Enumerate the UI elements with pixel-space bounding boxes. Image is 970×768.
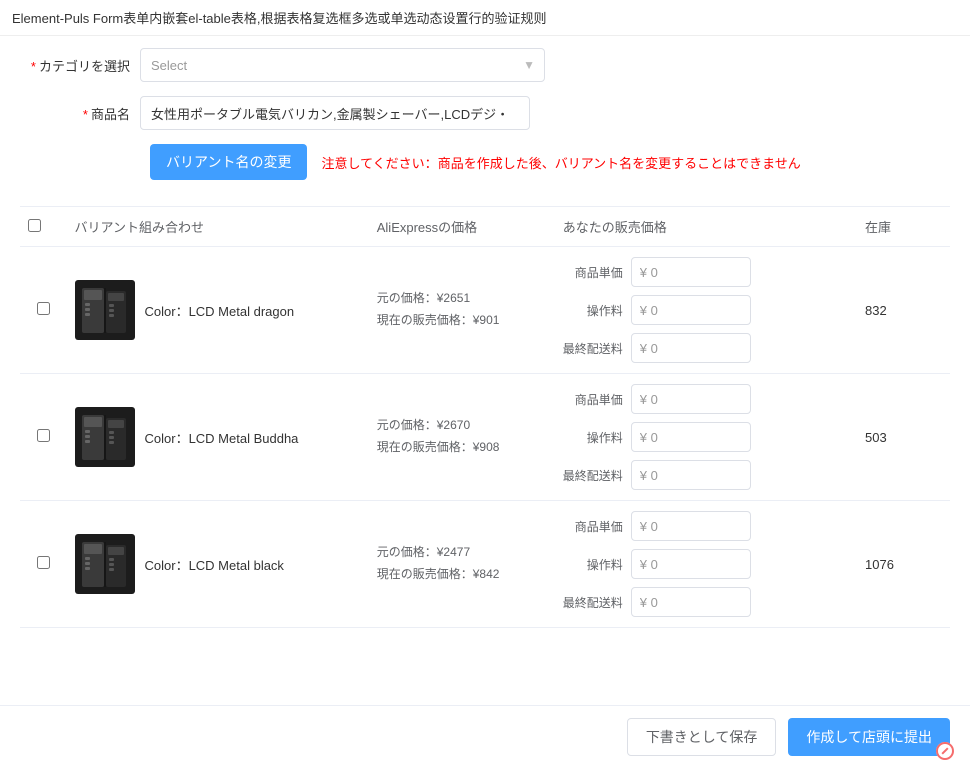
variant-cell: Color：LCD Metal dragon [67,247,369,374]
select-all-checkbox[interactable] [28,219,41,232]
ali-price-cell: 元の価格：¥2477 現在の販売価格：¥842 [369,501,555,628]
variant-name: Color：LCD Metal black [145,555,284,574]
row-checkbox[interactable] [37,429,50,442]
th-variant: バリアント組み合わせ [67,207,369,247]
handling-fee-input[interactable] [631,422,751,452]
submit-button[interactable]: 作成して店頭に提出 [788,718,950,756]
category-label: *カテゴリを選択 [20,56,140,75]
your-price-cell: 商品単価 操作料 最終配送料 [555,374,857,501]
handling-fee-label: 操作料 [563,556,623,573]
shipping-fee-input[interactable] [631,587,751,617]
th-checkbox [20,207,67,247]
table-row: Color：LCD Metal Buddha 元の価格：¥2670 現在の販売価… [20,374,950,501]
no-entry-icon [936,742,954,760]
variant-warning: 注意してください：商品を作成した後、バリアント名を変更することはできません [321,153,800,172]
ali-price-cell: 元の価格：¥2651 現在の販売価格：¥901 [369,247,555,374]
shipping-fee-input[interactable] [631,333,751,363]
handling-fee-input[interactable] [631,295,751,325]
th-your-price: あなたの販売価格 [555,207,857,247]
category-select-wrapper: Select ▼ [140,48,545,82]
shipping-fee-label: 最終配送料 [563,467,623,484]
shipping-fee-label: 最終配送料 [563,340,623,357]
unit-price-input[interactable] [631,511,751,541]
ali-price-text: 元の価格：¥2651 現在の販売価格：¥901 [377,288,547,331]
row-checkbox-cell [20,501,67,628]
stock-value: 832 [865,303,887,318]
change-variant-button[interactable]: バリアント名の変更 [150,144,307,180]
ali-price-text: 元の価格：¥2477 現在の販売価格：¥842 [377,542,547,585]
product-image [75,407,135,467]
product-image [75,280,135,340]
product-name-label: *商品名 [20,104,140,123]
ali-price-text: 元の価格：¥2670 現在の販売価格：¥908 [377,415,547,458]
product-name-input[interactable] [140,96,530,130]
row-checkbox[interactable] [37,556,50,569]
category-select[interactable]: Select [140,48,545,82]
stock-value: 1076 [865,557,894,572]
row-checkbox-cell [20,247,67,374]
stock-cell: 1076 [857,501,950,628]
shipping-fee-input[interactable] [631,460,751,490]
your-price-cell: 商品単価 操作料 最終配送料 [555,247,857,374]
stock-cell: 503 [857,374,950,501]
row-checkbox-cell [20,374,67,501]
product-image [75,534,135,594]
page-title: Element-Puls Form表单内嵌套el-table表格,根据表格复选框… [0,0,970,36]
shipping-fee-label: 最終配送料 [563,594,623,611]
unit-price-label: 商品単価 [563,518,623,535]
table-row: Color：LCD Metal dragon 元の価格：¥2651 現在の販売価… [20,247,950,374]
stock-value: 503 [865,430,887,445]
ali-price-cell: 元の価格：¥2670 現在の販売価格：¥908 [369,374,555,501]
table-row: Color：LCD Metal black 元の価格：¥2477 現在の販売価格… [20,501,950,628]
variant-name: Color：LCD Metal Buddha [145,428,299,447]
row-checkbox[interactable] [37,302,50,315]
unit-price-input[interactable] [631,257,751,287]
unit-price-input[interactable] [631,384,751,414]
handling-fee-input[interactable] [631,549,751,579]
unit-price-label: 商品単価 [563,391,623,408]
variant-cell: Color：LCD Metal Buddha [67,374,369,501]
footer-bar: 下書きとして保存 作成して店頭に提出 [0,705,970,768]
handling-fee-label: 操作料 [563,302,623,319]
variant-name: Color：LCD Metal dragon [145,301,295,320]
th-stock: 在庫 [857,207,950,247]
save-draft-button[interactable]: 下書きとして保存 [627,718,777,756]
stock-cell: 832 [857,247,950,374]
handling-fee-label: 操作料 [563,429,623,446]
your-price-cell: 商品単価 操作料 最終配送料 [555,501,857,628]
variants-table: バリアント組み合わせ AliExpressの価格 あなたの販売価格 在庫 [20,206,950,628]
th-ali-price: AliExpressの価格 [369,207,555,247]
unit-price-label: 商品単価 [563,264,623,281]
variant-cell: Color：LCD Metal black [67,501,369,628]
